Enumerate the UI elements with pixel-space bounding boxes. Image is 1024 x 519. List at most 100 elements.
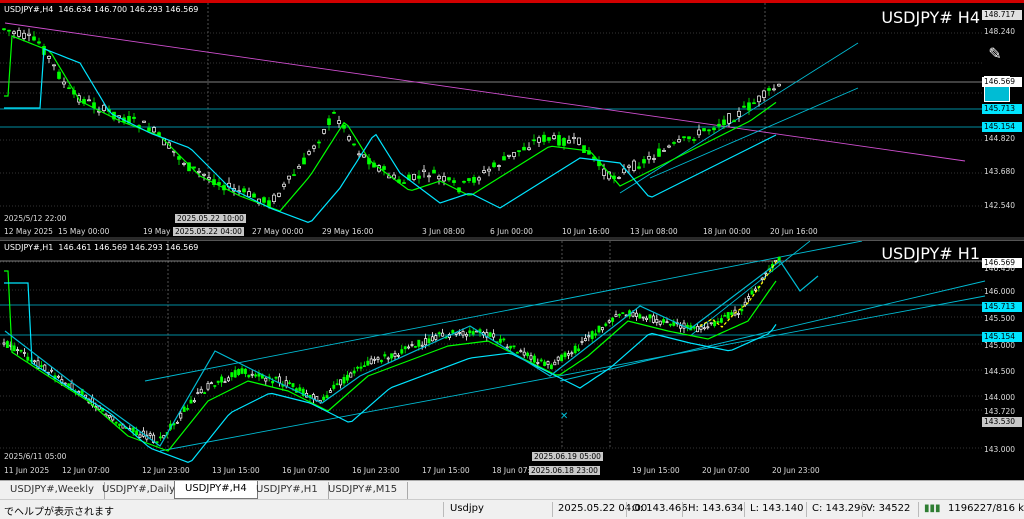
candle-body — [32, 36, 36, 41]
candle-body — [424, 338, 428, 346]
moving-average-line — [4, 47, 777, 223]
status-close: C: 143.296 — [812, 503, 867, 514]
candle-body — [672, 142, 676, 144]
candle-body — [652, 158, 656, 160]
candle-body — [427, 175, 431, 178]
candle-body — [417, 339, 421, 347]
candle-body — [297, 166, 301, 169]
candle-body — [271, 380, 275, 384]
time-label: 16 Jun 07:00 — [282, 466, 330, 475]
time-label: 2025/6/11 05:00 — [4, 452, 67, 461]
candle-body — [477, 177, 481, 181]
time-label: 13 Jun 08:00 — [630, 227, 678, 236]
price-label: 146.000 — [984, 287, 1016, 296]
time-label: 29 May 16:00 — [322, 227, 374, 236]
candle-body — [526, 352, 530, 357]
status-high: H: 143.634 — [688, 503, 744, 514]
status-symbol: Usdjpy — [450, 503, 484, 514]
candle-body — [600, 327, 604, 331]
h1-ohlc-info: USDJPY#,H1 146.461 146.569 146.293 146.5… — [4, 243, 199, 252]
candle-body — [33, 360, 37, 363]
candle-body — [702, 327, 706, 330]
candle-body — [563, 352, 567, 358]
candle-body — [442, 176, 446, 182]
candle-body — [291, 383, 295, 387]
candle-body — [750, 290, 754, 295]
h1-price-scale[interactable]: 146.569 146.450 146.000 145.713 145.500 … — [982, 241, 1024, 480]
zigzag-line — [4, 260, 819, 447]
price-label: 143.000 — [984, 445, 1016, 454]
candle-body — [209, 382, 213, 385]
candle-body — [226, 377, 230, 382]
candle-body — [727, 113, 731, 124]
candle-body — [747, 102, 751, 111]
candle-body — [206, 382, 210, 390]
time-label: 11 Jun 2025 — [4, 466, 50, 475]
h4-price-scale[interactable]: 148.717 148.240 146.569 145.713 145.154 … — [982, 3, 1024, 238]
candle-body — [502, 156, 506, 161]
tab-m15[interactable]: USDJPY#,M15 — [318, 482, 409, 499]
tab-daily[interactable]: USDJPY#,Daily — [92, 482, 187, 499]
time-label: 3 Jun 08:00 — [422, 227, 465, 236]
candle-body — [552, 135, 556, 139]
candle-body — [272, 194, 276, 202]
candle-body — [672, 321, 676, 326]
candle-body — [762, 90, 766, 98]
candle-body — [665, 321, 669, 324]
candle-body — [114, 421, 118, 424]
candle-body — [692, 139, 696, 141]
h4-price-chart[interactable] — [0, 3, 1024, 238]
h1-price-chart[interactable]: ✕ — [0, 241, 1024, 480]
candle-body — [393, 353, 397, 357]
candle-body — [240, 368, 244, 374]
candle-body — [396, 354, 400, 357]
tab-weekly[interactable]: USDJPY#,Weekly — [0, 482, 105, 499]
candle-body — [573, 345, 577, 354]
candle-body — [22, 352, 26, 354]
crosshair-time-box: 2025.06.18 23:00 — [529, 466, 600, 475]
time-label: 16 Jun 23:00 — [352, 466, 400, 475]
candle-body — [651, 315, 655, 323]
price-tag: 145.154 — [982, 122, 1022, 132]
candle-body — [512, 345, 516, 348]
candle-body — [482, 170, 486, 173]
candle-body — [62, 81, 66, 85]
candle-body — [611, 317, 615, 322]
candle-body — [662, 150, 666, 152]
time-label: 18 Jun 00:00 — [703, 227, 751, 236]
candle-body — [487, 168, 491, 172]
candle-body — [471, 331, 475, 335]
candle-body — [537, 137, 541, 143]
candle-body — [702, 128, 706, 132]
candle-body — [43, 364, 47, 371]
h1-chart-pane[interactable]: ✕ USDJPY#,H1 146.461 146.569 146.293 146… — [0, 240, 1024, 480]
candle-body — [390, 353, 394, 359]
price-label: 144.820 — [984, 134, 1016, 143]
candle-body — [712, 127, 716, 131]
candle-body — [402, 182, 406, 184]
candle-body — [567, 140, 571, 144]
candle-body — [107, 414, 111, 418]
candle-body — [631, 312, 635, 317]
candle-body — [327, 118, 331, 126]
candle-body — [464, 334, 468, 337]
candle-body — [502, 338, 506, 341]
candle-body — [369, 358, 373, 365]
candle-body — [142, 120, 146, 123]
candle-body — [332, 111, 336, 114]
candle-body — [430, 336, 434, 342]
candle-body — [50, 369, 54, 372]
candle-body — [175, 421, 179, 424]
tab-h1[interactable]: USDJPY#,H1 — [246, 482, 329, 499]
candle-body — [357, 153, 361, 156]
candle-body — [264, 377, 268, 382]
candle-body — [687, 136, 691, 139]
time-label: 15 May 00:00 — [58, 227, 110, 236]
h4-chart-pane[interactable]: USDJPY#,H4 146.634 146.700 146.293 146.5… — [0, 0, 1024, 238]
candle-body — [138, 434, 142, 438]
h1-symbol-title: USDJPY# H1 — [881, 244, 980, 263]
candle-body — [509, 345, 513, 349]
trend-line — [559, 280, 986, 382]
candle-body — [254, 374, 258, 377]
time-label: 20 Jun 23:00 — [772, 466, 820, 475]
